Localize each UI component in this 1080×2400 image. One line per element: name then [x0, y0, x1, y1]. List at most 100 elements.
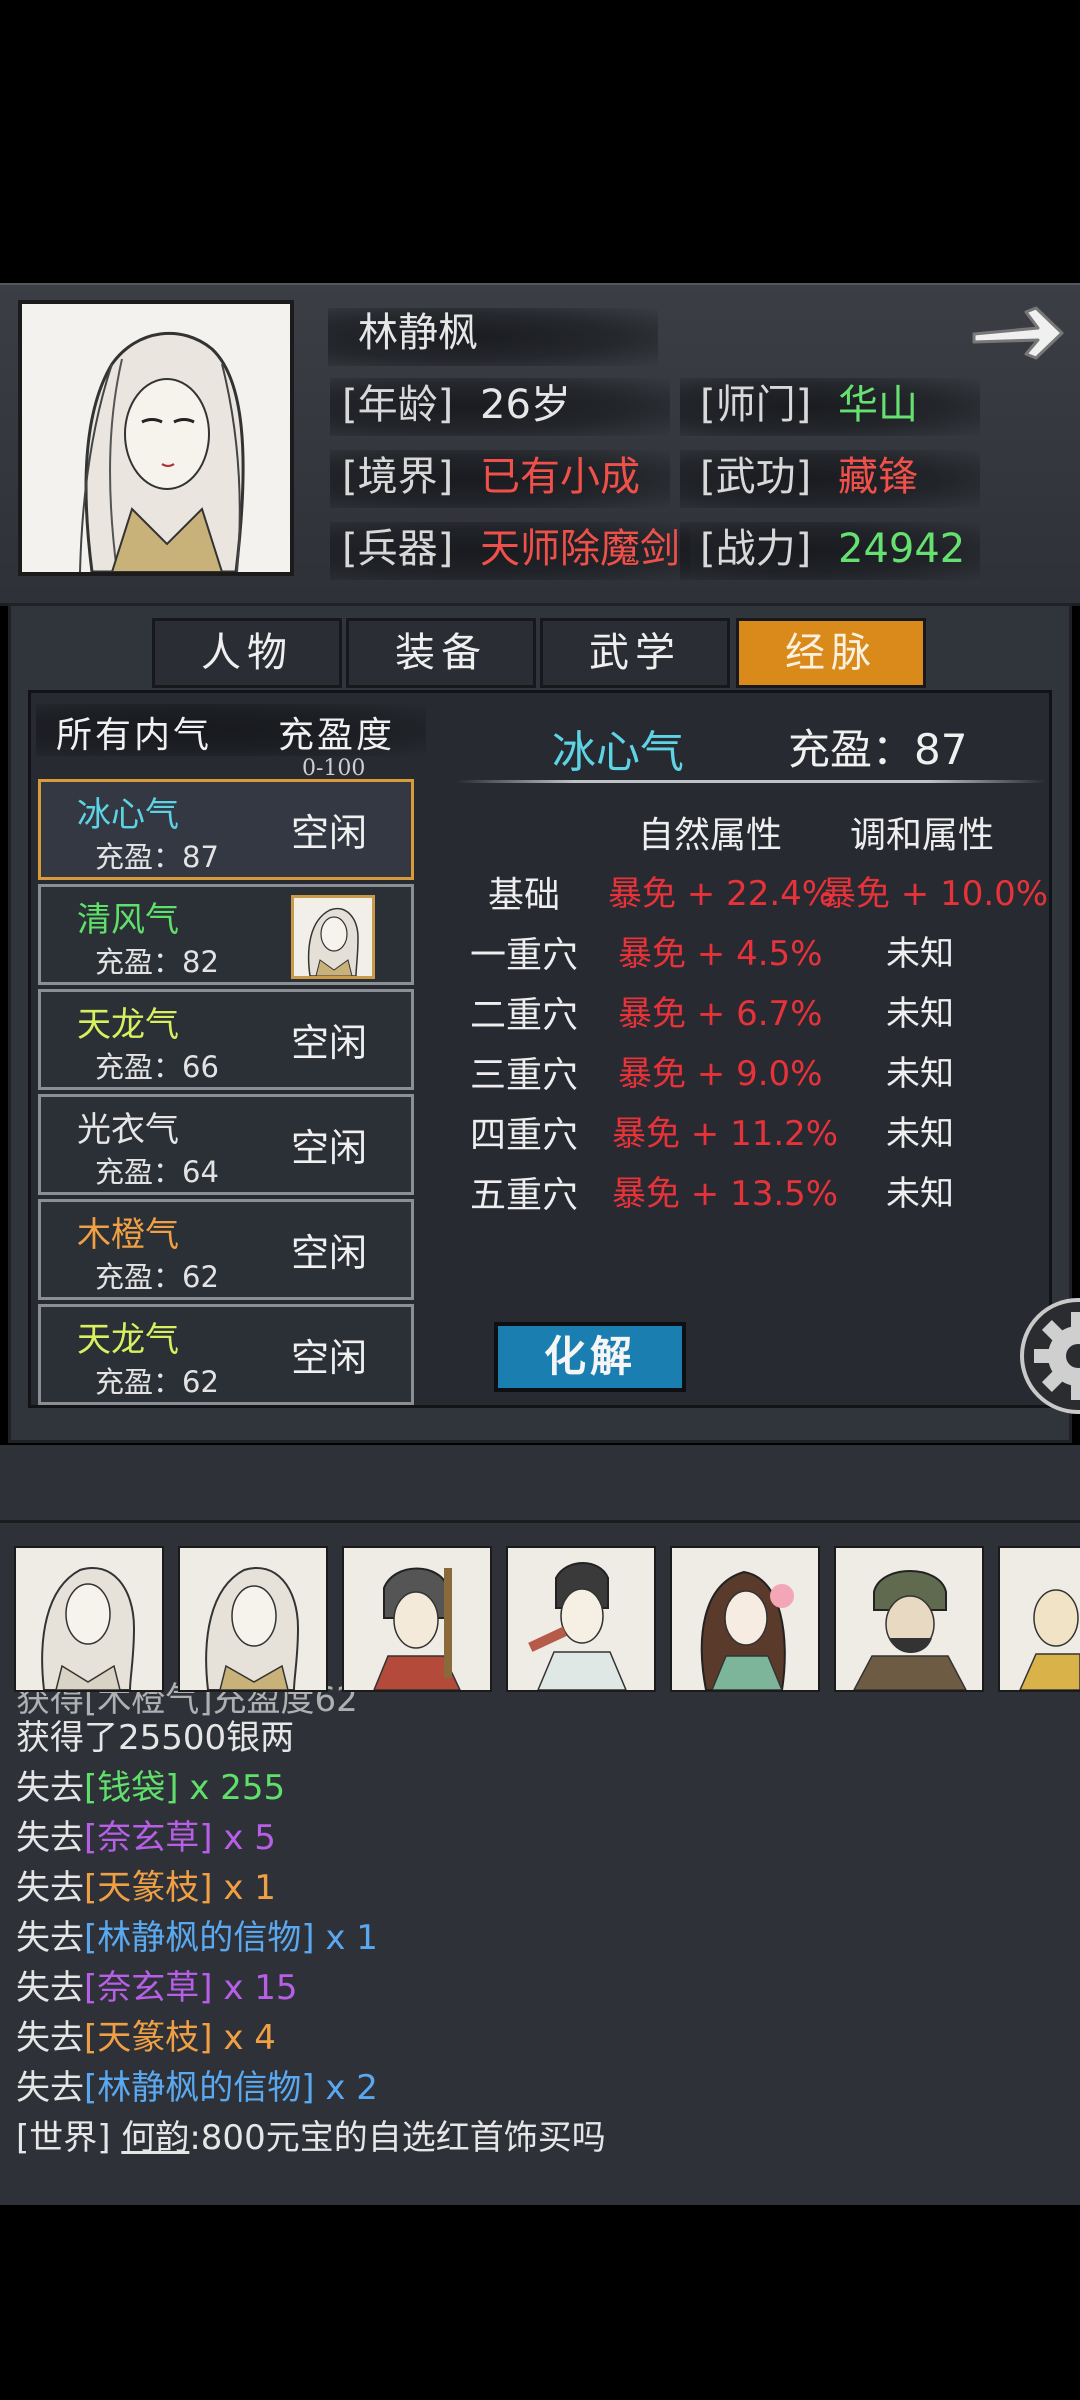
qi-fill: 充盈：62 [95, 1260, 219, 1294]
log-line: 失去[奈玄草] x 5 [16, 1810, 276, 1859]
qi-fill: 充盈：64 [95, 1155, 219, 1189]
natural-attr-header: 自然属性 [638, 815, 783, 856]
log-prefix: 失去 [16, 2068, 84, 2108]
tab-character[interactable]: 人物 [152, 618, 342, 688]
tab-meridians[interactable]: 经脉 [736, 618, 926, 688]
age-value: 26岁 [480, 382, 571, 428]
party-member-card[interactable] [178, 1546, 328, 1692]
qi-list-item[interactable]: 天龙气 充盈：62 空闲 [38, 1304, 414, 1405]
log-item[interactable]: [林静枫的信物] [84, 2068, 315, 2108]
log-item[interactable]: [天篆枝] [84, 1868, 213, 1908]
all-qi-header: 所有内气 [56, 715, 213, 756]
tab-martial-arts[interactable]: 武学 [540, 618, 730, 688]
attr-row: 基础 暴免 + 22.4% 暴免 + 10.0% [460, 866, 1048, 922]
chat-speaker[interactable]: 何韵 [121, 2118, 189, 2158]
log-text: 获得了25500银两 [16, 1718, 295, 1758]
attr-harmony-value: 未知 [886, 994, 954, 1034]
attr-row-label: 基础 [488, 875, 561, 916]
qi-list-item[interactable]: 清风气 充盈：82 [38, 884, 414, 985]
fill-range-note: 0-100 [302, 756, 366, 781]
qi-fill: 充盈：82 [95, 945, 219, 979]
detail-divider [456, 780, 1046, 783]
realm-value: 已有小成 [480, 454, 640, 500]
party-member-card[interactable] [342, 1546, 492, 1692]
log-prefix: 失去 [16, 2018, 84, 2058]
qi-fill: 充盈：62 [95, 1365, 219, 1399]
log-item[interactable]: [林静枫的信物] [84, 1918, 315, 1958]
assigned-character-avatar[interactable] [291, 895, 375, 979]
qi-fill: 充盈：87 [95, 840, 219, 874]
log-prefix: 失去 [16, 1968, 84, 2008]
qi-list-item[interactable]: 天龙气 充盈：66 空闲 [38, 989, 414, 1090]
log-item[interactable]: [奈玄草] [84, 1968, 213, 2008]
attr-row: 三重穴 暴免 + 9.0% 未知 [460, 1046, 1040, 1102]
qi-list-item[interactable]: 光衣气 充盈：64 空闲 [38, 1094, 414, 1195]
qi-name: 清风气 [77, 900, 179, 940]
attr-harmony-value: 暴免 + 10.0% [822, 874, 1049, 914]
qi-status: 空闲 [291, 1231, 368, 1275]
log-line: 获得了25500银两 [16, 1710, 294, 1759]
attr-row-label: 五重穴 [470, 1175, 579, 1216]
qi-name: 天龙气 [77, 1005, 179, 1045]
qi-status: 空闲 [291, 1336, 368, 1380]
log-item[interactable]: [钱袋] [84, 1768, 179, 1808]
log-item[interactable]: [奈玄草] [84, 1818, 213, 1858]
party-member-card[interactable] [506, 1546, 656, 1692]
attr-harmony-value: 未知 [886, 1174, 954, 1214]
tab-equipment[interactable]: 装备 [346, 618, 536, 688]
party-member-card[interactable] [14, 1546, 164, 1692]
attr-harmony-value: 未知 [886, 934, 954, 974]
party-member-card[interactable] [834, 1546, 984, 1692]
age-label: [年龄] [342, 382, 454, 428]
log-suffix: x 15 [212, 1968, 298, 2008]
party-member-card[interactable] [998, 1546, 1080, 1692]
sect-value: 华山 [838, 382, 918, 428]
log-suffix: x 1 [212, 1868, 276, 1908]
log-suffix: x 4 [212, 2018, 276, 2058]
attr-natural-value: 暴免 + 22.4% [608, 874, 835, 914]
party-member-card[interactable] [670, 1546, 820, 1692]
power-label: [战力] [700, 526, 812, 572]
qi-status: 空闲 [291, 1021, 368, 1065]
attr-row-label: 一重穴 [470, 935, 579, 976]
detail-fill-label: 充盈：87 [788, 725, 968, 774]
log-line: 失去[林静枫的信物] x 2 [16, 2060, 378, 2109]
weapon-label: [兵器] [342, 526, 454, 572]
log-prefix: 失去 [16, 1818, 84, 1858]
log-suffix: x 1 [314, 1918, 378, 1958]
log-line: 失去[天篆枝] x 1 [16, 1860, 276, 1909]
log-suffix: x 2 [314, 2068, 378, 2108]
chat-message: :800元宝的自选红首饰买吗 [189, 2118, 606, 2158]
log-prefix: 失去 [16, 1918, 84, 1958]
power-value: 24942 [838, 526, 966, 572]
qi-name: 木橙气 [77, 1215, 179, 1255]
attr-row: 一重穴 暴免 + 4.5% 未知 [460, 926, 1040, 982]
martial-label: [武功] [700, 454, 812, 500]
log-line: 失去[林静枫的信物] x 1 [16, 1910, 378, 1959]
attr-row: 五重穴 暴免 + 13.5% 未知 [460, 1166, 1040, 1222]
fill-header: 充盈度 [278, 715, 396, 756]
qi-status: 空闲 [291, 811, 368, 855]
attr-natural-value: 暴免 + 4.5% [618, 934, 823, 974]
attr-row-label: 四重穴 [470, 1115, 579, 1156]
gear-icon[interactable] [1018, 1296, 1080, 1416]
qi-name: 天龙气 [77, 1320, 179, 1360]
character-portrait [18, 300, 294, 576]
log-item[interactable]: [天篆枝] [84, 2018, 213, 2058]
attr-harmony-value: 未知 [886, 1054, 954, 1094]
log-prefix: 失去 [16, 1868, 84, 1908]
attr-natural-value: 暴免 + 11.2% [612, 1114, 839, 1154]
attr-natural-value: 暴免 + 13.5% [612, 1174, 839, 1214]
detail-qi-title: 冰心气 [552, 727, 684, 778]
qi-fill: 充盈：66 [95, 1050, 219, 1084]
arrow-right-icon[interactable] [966, 298, 1066, 368]
weapon-value: 天师除魔剑 [480, 526, 680, 572]
qi-list-item[interactable]: 木橙气 充盈：62 空闲 [38, 1199, 414, 1300]
realm-label: [境界] [342, 454, 454, 500]
world-chat-line: [世界] 何韵:800元宝的自选红首饰买吗 [16, 2110, 606, 2159]
attr-row: 四重穴 暴免 + 11.2% 未知 [460, 1106, 1040, 1162]
qi-list-item[interactable]: 冰心气 充盈：87 空闲 [38, 779, 414, 880]
log-line: 失去[天篆枝] x 4 [16, 2010, 276, 2059]
attr-row-label: 三重穴 [470, 1055, 579, 1096]
dissolve-button[interactable]: 化解 [494, 1322, 686, 1392]
